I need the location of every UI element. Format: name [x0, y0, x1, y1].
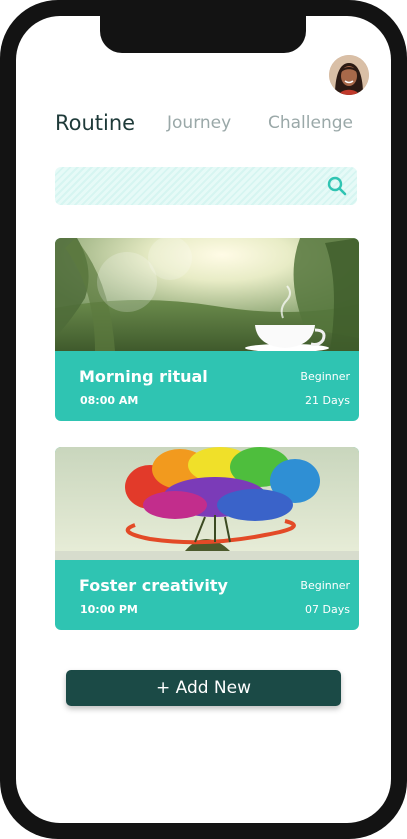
routine-level: Beginner	[300, 370, 350, 383]
app-screen: Routine Journey Challenge Morning ritual…	[16, 16, 391, 823]
phone-frame: Routine Journey Challenge Morning ritual…	[0, 0, 407, 839]
card-image-tea-cup	[55, 238, 359, 352]
routine-title: Morning ritual	[79, 367, 208, 386]
routine-time: 08:00 AM	[80, 394, 139, 407]
phone-notch	[100, 16, 306, 53]
search-icon[interactable]	[327, 176, 347, 196]
add-new-button[interactable]: + Add New	[66, 670, 341, 706]
tab-routine[interactable]: Routine	[55, 111, 135, 135]
routine-card-foster-creativity[interactable]: Foster creativity 10:00 PM Beginner 07 D…	[55, 447, 359, 630]
routine-duration: 21 Days	[305, 394, 350, 407]
tab-bar: Routine Journey Challenge	[55, 111, 375, 149]
search-input[interactable]	[55, 167, 357, 205]
user-avatar[interactable]	[329, 55, 369, 95]
routine-card-morning-ritual[interactable]: Morning ritual 08:00 AM Beginner 21 Days	[55, 238, 359, 421]
routine-duration: 07 Days	[305, 603, 350, 616]
routine-title: Foster creativity	[79, 576, 228, 595]
card-image-colorful-tree	[55, 447, 359, 560]
routine-time: 10:00 PM	[80, 603, 138, 616]
routine-level: Beginner	[300, 579, 350, 592]
tab-journey[interactable]: Journey	[167, 113, 231, 133]
tab-challenge[interactable]: Challenge	[268, 113, 353, 133]
